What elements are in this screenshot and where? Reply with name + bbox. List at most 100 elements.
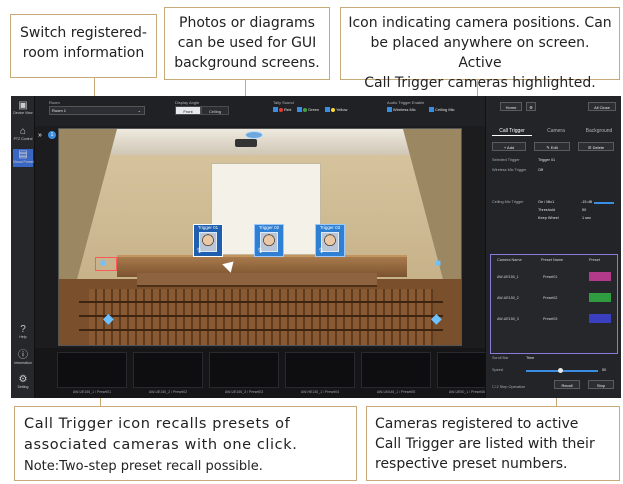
all-close-button[interactable]: All Close [588, 102, 616, 111]
gear-icon: ⚙ [529, 105, 533, 110]
preview-label: AW-UN145_1 / Preset05 [376, 390, 416, 394]
ceiling-mic-checkbox[interactable]: Ceiling Mic [429, 107, 455, 113]
callout-line: associated cameras with one click. [24, 437, 298, 453]
callout-line: background screens. [174, 55, 320, 71]
ptz-control-icon: ⌂ [19, 126, 27, 137]
call-trigger-01[interactable]: Trigger 01 🎙 [193, 224, 223, 257]
preset-thumbnail[interactable] [589, 293, 611, 302]
table-cell-preset: Preset02 [543, 296, 558, 300]
edit-trigger-button[interactable]: ✎ Edit [534, 142, 570, 151]
table-header: Preset [589, 258, 600, 262]
threshold-value: -15 dB [581, 200, 593, 204]
app-window: ▣ Device View ⌂ PTZ Control ▤ Visual Pre… [11, 96, 621, 398]
callout-line: Switch registered- [20, 25, 147, 41]
table-cell-preset: Preset01 [543, 275, 558, 279]
callout-line: can be used for GUI [177, 35, 317, 51]
camera-preview[interactable] [361, 352, 431, 388]
callout-line: room information [22, 45, 145, 61]
callout-line: Call Trigger icon recalls presets of [24, 416, 291, 432]
tab-background[interactable]: Background [578, 127, 620, 136]
red-dot-icon [279, 107, 283, 112]
trigger-label: Trigger 01 [197, 225, 219, 230]
settings-small-button[interactable]: ⚙ [526, 102, 536, 111]
seat-row [79, 329, 443, 331]
help-icon: ? [20, 324, 26, 335]
row-value[interactable]: 1 sec [582, 216, 591, 220]
tab-call-trigger[interactable]: Call Trigger [492, 127, 532, 136]
page: Switch registered- room information Phot… [0, 0, 623, 484]
tally-green-checkbox[interactable]: Green [297, 107, 319, 113]
angle-ceiling-button[interactable]: Ceiling [201, 106, 229, 115]
home-button[interactable]: Home [500, 102, 522, 111]
camera-preview[interactable] [285, 352, 355, 388]
stop-button[interactable]: Stop [588, 380, 614, 389]
camera-preview[interactable] [133, 352, 203, 388]
camera-position-icon[interactable]: ■ [435, 259, 441, 269]
sidebar-item-information[interactable]: ⓘ Information [13, 350, 33, 368]
wireless-mic-checkbox[interactable]: Wireless Mic [387, 107, 416, 113]
table-header: Preset Name [541, 258, 564, 262]
delete-label: Delete [592, 145, 605, 150]
camera-position-icon[interactable]: ◆ [431, 311, 442, 325]
room-select[interactable]: Room 1 ⌄ [49, 106, 145, 115]
call-trigger-03[interactable]: Trigger 03 🎙 [315, 224, 345, 257]
preview-label: AW-UE150_3 / Preset03 [224, 390, 264, 394]
camera-position-icon[interactable]: ■ [100, 259, 106, 269]
two-step-checkbox[interactable]: ☐ 2 Step Operation [492, 384, 525, 389]
preview-strip: AW-UE150_1 / Preset01 AW-UE150_2 / Prese… [35, 348, 500, 398]
device-view-icon: ▣ [18, 100, 28, 111]
collapse-arrow-icon[interactable]: » [38, 132, 42, 139]
sidebar-item-device-view[interactable]: ▣ Device View [13, 100, 33, 118]
recall-button[interactable]: Recall [554, 380, 580, 389]
room-background-image: Trigger 01 🎙 Trigger 02 🎙 Trigger 03 🎙 ■… [58, 128, 462, 346]
callout-cameras-registered: Cameras registered to active Call Trigge… [366, 406, 620, 481]
row-value[interactable]: On / Mic1 [538, 200, 554, 204]
tally-sound-label: Tally Sound [273, 100, 294, 105]
ceiling-camera-icon[interactable] [245, 131, 263, 139]
preset-thumbnail[interactable] [589, 272, 611, 281]
sidebar-item-label: Help [19, 335, 27, 339]
call-trigger-02[interactable]: Trigger 02 🎙 [254, 224, 284, 257]
camera-preview[interactable] [209, 352, 279, 388]
row-value[interactable]: Trigger 01 [538, 158, 555, 162]
scroll-bar-select[interactable]: Time [526, 356, 534, 360]
row-label: Keep Wheel [538, 216, 559, 220]
microphone-icon: 🎙 [257, 248, 264, 254]
sidebar-item-ptz-control[interactable]: ⌂ PTZ Control [13, 126, 33, 144]
checkbox-icon [429, 107, 434, 113]
preview-label: AW-UE150_2 / Preset02 [148, 390, 188, 394]
checkbox-icon [325, 107, 330, 113]
tally-red-checkbox[interactable]: Red [273, 107, 291, 113]
add-trigger-button[interactable]: + Add [492, 142, 526, 151]
speed-slider-knob[interactable] [558, 368, 563, 373]
sidebar: ▣ Device View ⌂ PTZ Control ▤ Visual Pre… [11, 96, 35, 398]
two-step-label: 2 Step Operation [496, 385, 526, 389]
display-angle-label: Display Angle [175, 100, 200, 105]
threshold-slider[interactable] [594, 202, 614, 204]
delete-trigger-button[interactable]: ☰ Delete [578, 142, 614, 151]
info-icon: ⓘ [18, 350, 28, 361]
row-label: Wireless Mic Trigger [492, 168, 527, 172]
preset-thumbnail[interactable] [589, 314, 611, 323]
checkbox-icon [297, 107, 302, 113]
callout-camera-positions: Icon indicating camera positions. Can be… [340, 7, 620, 91]
angle-front-button[interactable]: Front [175, 106, 201, 115]
visual-preset-icon: ▤ [18, 149, 28, 160]
trigger-label: Trigger 02 [258, 225, 280, 230]
row-value[interactable]: Off [538, 168, 543, 172]
table-cell-preset: Preset03 [543, 317, 558, 321]
callout-switch-room: Switch registered- room information [10, 14, 157, 78]
tally-yellow-checkbox[interactable]: Yellow [325, 107, 347, 113]
tab-badge: 1 [48, 131, 56, 139]
sidebar-item-help[interactable]: ? Help [13, 324, 33, 342]
callout-line: Cameras registered to active [375, 416, 579, 432]
tab-camera[interactable]: Camera [536, 127, 576, 136]
camera-preview[interactable] [57, 352, 127, 388]
sidebar-item-visual-preset[interactable]: ▤ Visual Preset [13, 149, 34, 167]
camera-position-icon[interactable]: ◆ [103, 311, 114, 325]
sidebar-item-label: Setting [17, 385, 29, 389]
tally-red-label: Red [284, 107, 292, 112]
callout-line: Photos or diagrams [179, 15, 315, 31]
sidebar-item-setting[interactable]: ⚙ Setting [13, 374, 33, 392]
chevron-down-icon: ⌄ [137, 108, 141, 113]
